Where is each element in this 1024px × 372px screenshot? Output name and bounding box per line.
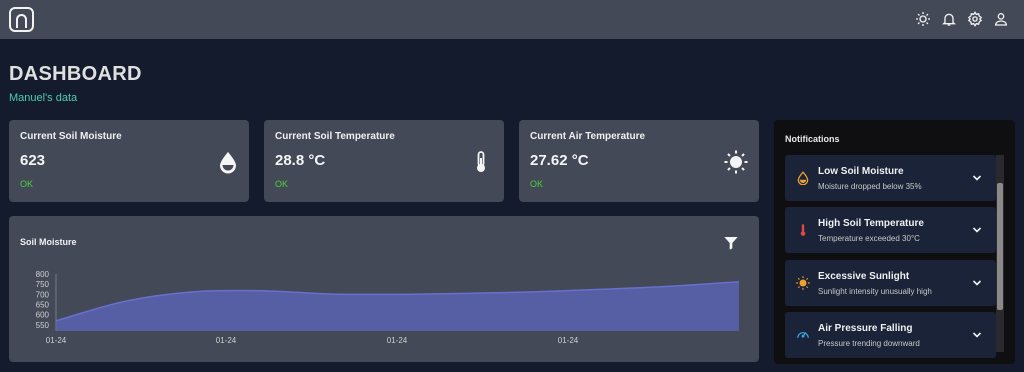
water-drop-icon: [796, 171, 810, 185]
x-tick-label: 01-24: [46, 336, 67, 345]
soil-moisture-chart: 550600650 700750800 01-24 01-24 01-24 01-24: [36, 270, 740, 345]
user-icon[interactable]: [993, 11, 1009, 27]
stat-value: 28.8 °C: [275, 152, 326, 169]
notification-title: High Soil Temperature: [818, 218, 924, 229]
stat-status: OK: [275, 179, 289, 189]
water-drop-icon: [216, 150, 240, 174]
stat-status: OK: [530, 179, 544, 189]
sun-icon: [724, 150, 748, 174]
x-tick-label: 01-24: [216, 336, 237, 345]
y-tick-label: 700: [36, 290, 50, 299]
notifications-header: Notifications: [785, 134, 840, 144]
settings-icon[interactable]: [967, 11, 983, 27]
thermometer-icon: [469, 150, 493, 174]
y-tick-label: 550: [36, 321, 50, 330]
top-bar: [0, 0, 1024, 39]
x-tick-label: 01-24: [387, 336, 408, 345]
area-fill: [56, 281, 739, 331]
y-tick-label: 750: [36, 280, 50, 289]
light-mode-icon[interactable]: [915, 11, 931, 27]
sun-icon: [796, 276, 810, 290]
notification-title: Excessive Sunlight: [818, 271, 910, 282]
notification-description: Pressure trending downward: [818, 339, 920, 348]
soil-moisture-chart-card: Soil Moisture 550 600 650 700 750 800 01-24 01-…: [9, 216, 759, 362]
chevron-down-icon[interactable]: [972, 173, 982, 183]
stat-card-soil-moisture: Current Soil Moisture 623 OK: [9, 120, 249, 202]
y-tick-label: 800: [36, 270, 50, 279]
notification-title: Air Pressure Falling: [818, 323, 913, 334]
notification-item[interactable]: Excessive Sunlight Sunlight intensity un…: [785, 260, 996, 306]
stat-status: OK: [20, 179, 34, 189]
stat-value: 623: [20, 152, 46, 169]
chevron-down-icon[interactable]: [972, 330, 982, 340]
notifications-panel: Notifications Low Soil Moisture Moisture…: [774, 120, 1015, 364]
y-tick-label: 600: [36, 311, 50, 320]
notification-item[interactable]: Low Soil Moisture Moisture dropped below…: [785, 155, 996, 201]
notification-description: Moisture dropped below 35%: [818, 182, 922, 191]
notification-description: Sunlight intensity unusually high: [818, 287, 932, 296]
y-tick-label: 650: [36, 301, 50, 310]
stat-card-soil-temperature: Current Soil Temperature 28.8 °C OK: [264, 120, 504, 202]
notification-title: Low Soil Moisture: [818, 166, 904, 177]
scrollbar-thumb[interactable]: [997, 183, 1003, 310]
notification-item[interactable]: High Soil Temperature Temperature exceed…: [785, 207, 996, 253]
notifications-icon[interactable]: [941, 11, 957, 27]
stat-card-air-temperature: Current Air Temperature 27.62 °C OK: [519, 120, 759, 202]
app-logo[interactable]: [9, 7, 34, 32]
page-title: DASHBOARD: [9, 63, 142, 85]
chevron-down-icon[interactable]: [972, 225, 982, 235]
gauge-icon: [796, 328, 810, 342]
x-tick-label: 01-24: [558, 336, 579, 345]
stat-title: Current Air Temperature: [530, 131, 646, 142]
thermometer-icon: [796, 223, 810, 237]
stat-value: 27.62 °C: [530, 152, 589, 169]
stat-title: Current Soil Moisture: [20, 131, 122, 142]
page-subtitle: Manuel's data: [9, 92, 78, 104]
notification-description: Temperature exceeded 30°C: [818, 234, 920, 243]
stat-title: Current Soil Temperature: [275, 131, 395, 142]
notification-item[interactable]: Air Pressure Falling Pressure trending d…: [785, 312, 996, 358]
chevron-down-icon[interactable]: [972, 278, 982, 288]
